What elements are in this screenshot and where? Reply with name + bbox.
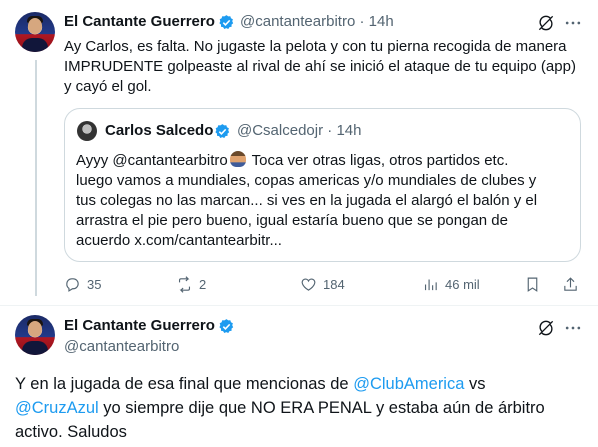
verified-badge-icon: [219, 15, 234, 29]
thread-line: [35, 60, 37, 296]
mention-link[interactable]: @CruzAzul: [15, 399, 99, 417]
quote-text-line: luego vamos a mundiales, copas americas …: [76, 172, 537, 189]
bookmark-icon: [527, 277, 538, 292]
quoted-tweet[interactable]: Carlos Salcedo @Csalcedojr · 14h Ayyy @c…: [64, 108, 581, 262]
quote-text: Ayyy @cantantearbitro Toca ver otras lig…: [76, 151, 576, 251]
grok-icon[interactable]: [536, 318, 556, 338]
author-handle[interactable]: @cantantearbitro · 14h: [240, 13, 394, 30]
repost-button[interactable]: 2: [176, 276, 206, 293]
author-handle[interactable]: @cantantearbitro: [64, 338, 179, 355]
person-shrugging-emoji-icon: [229, 151, 246, 167]
verified-badge-icon: [215, 124, 230, 138]
quote-text-line: tus colegas no las marcan... si ves en l…: [76, 192, 538, 209]
repost-count: 2: [199, 277, 207, 292]
tweet-text: Ay Carlos, es falta. No jugaste la pelot…: [64, 37, 589, 97]
grok-icon[interactable]: [536, 13, 556, 33]
reply-button[interactable]: 35: [64, 276, 101, 293]
like-button[interactable]: 184: [300, 276, 345, 293]
quote-text-line: arrastra el pie pero bueno, igual estarí…: [76, 212, 508, 229]
mention-link[interactable]: @ClubAmerica: [353, 375, 464, 393]
share-button[interactable]: [562, 276, 579, 293]
reply-icon: [66, 278, 79, 292]
like-icon: [301, 278, 316, 291]
verified-badge-icon: [219, 319, 234, 333]
views-count: 46 mil: [445, 277, 480, 292]
quote-text-line: acuerdo x.com/cantantearbitr...: [76, 232, 282, 249]
tweet-text-line: Ay Carlos, es falta. No jugaste la pelot…: [64, 38, 567, 55]
quote-avatar[interactable]: [77, 121, 97, 141]
share-icon: [564, 277, 577, 291]
avatar-face: [28, 18, 42, 34]
tweet-text-line: IMPRUDENTE golpeaste al rival de ahí se …: [64, 58, 576, 75]
tweet-actions: 35 2 184 46 mil: [64, 276, 584, 293]
tweet-text-line: activo. Saludos: [15, 423, 127, 441]
tweet-text: Y en la jugada de esa final que menciona…: [15, 372, 590, 444]
avatar-face: [28, 321, 42, 337]
tweet-text-line: Y en la jugada de esa final que menciona…: [15, 375, 486, 393]
tweet-text-line: @CruzAzul yo siempre dije que NO ERA PEN…: [15, 399, 545, 417]
views-icon: [424, 279, 437, 291]
avatar-suit: [22, 38, 48, 52]
divider: [0, 305, 598, 306]
author-name[interactable]: El Cantante Guerrero: [64, 13, 215, 30]
quote-text-line: Ayyy @cantantearbitro Toca ver otras lig…: [76, 151, 509, 169]
tweet-text-line: y cayó el gol.: [64, 78, 152, 95]
repost-icon: [178, 276, 191, 293]
views-button[interactable]: 46 mil: [422, 276, 480, 293]
timestamp[interactable]: 14h: [369, 13, 394, 30]
bookmark-button[interactable]: [524, 276, 541, 293]
author-name[interactable]: El Cantante Guerrero: [64, 317, 215, 334]
quote-handle[interactable]: @Csalcedojr · 14h: [237, 122, 361, 139]
like-count: 184: [323, 277, 345, 292]
reply-count: 35: [87, 277, 102, 292]
avatar[interactable]: [15, 12, 55, 52]
more-icon[interactable]: [563, 13, 583, 33]
quote-timestamp[interactable]: 14h: [336, 122, 361, 139]
quote-author-name[interactable]: Carlos Salcedo: [105, 122, 213, 139]
avatar[interactable]: [15, 315, 55, 355]
more-icon[interactable]: [563, 318, 583, 338]
avatar-suit: [22, 341, 48, 355]
